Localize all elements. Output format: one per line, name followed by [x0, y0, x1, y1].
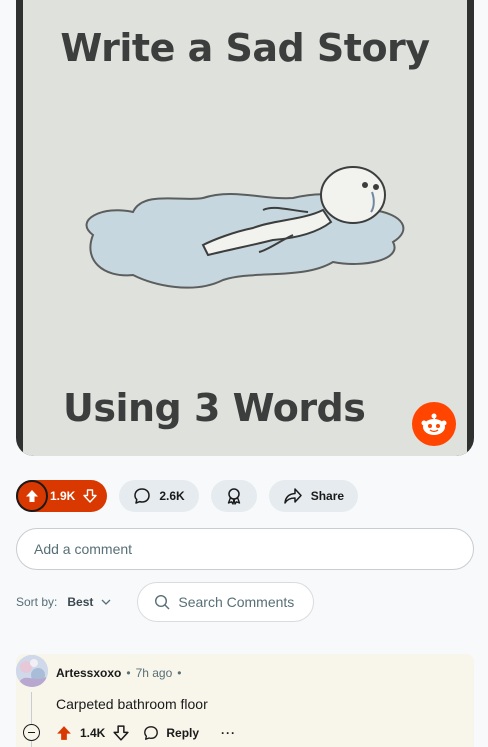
sad-stick-figure-drawing	[85, 166, 405, 289]
comments-button[interactable]: 2.6K	[119, 480, 199, 512]
comment-body: Carpeted bathroom floor	[56, 696, 208, 712]
comment-time: 7h ago	[135, 666, 173, 680]
vote-count: 1.9K	[50, 489, 76, 503]
comment-item: Artessxoxo • 7h ago • Carpeted bathroom …	[16, 654, 474, 747]
comment-bubble-icon	[134, 488, 151, 504]
award-icon	[227, 488, 240, 505]
meta-separator: •	[126, 666, 131, 680]
reply-label: Reply	[166, 726, 200, 740]
share-button[interactable]: Share	[268, 480, 359, 512]
add-comment-placeholder: Add a comment	[34, 541, 133, 557]
upvote-button[interactable]	[16, 480, 48, 512]
post-image[interactable]: Write a Sad Story Using 3 Words	[16, 0, 474, 456]
search-comments-placeholder: Search Comments	[178, 594, 295, 610]
collapse-thread-button[interactable]	[23, 724, 40, 741]
comment-author[interactable]: Artessxoxo	[56, 666, 121, 680]
share-arrow-icon	[283, 488, 302, 504]
search-comments-input[interactable]: Search Comments	[137, 582, 315, 622]
meme-canvas: Write a Sad Story Using 3 Words	[23, 0, 467, 456]
upvote-button[interactable]	[56, 725, 72, 741]
post-action-bar: 1.9K 2.6K Share	[16, 480, 359, 512]
reply-button[interactable]: Reply	[143, 725, 199, 741]
sort-dropdown[interactable]: Best	[67, 595, 111, 609]
comment-sort-bar: Sort by: Best Search Comments	[16, 582, 315, 622]
meme-subtitle: Using 3 Words	[63, 386, 366, 430]
award-button[interactable]	[210, 480, 257, 512]
comment-bubble-icon	[144, 726, 159, 740]
reddit-snoo-icon	[412, 402, 456, 446]
arrow-up-icon	[26, 490, 38, 502]
add-comment-input[interactable]: Add a comment	[16, 528, 474, 570]
vote-pill: 1.9K	[16, 480, 108, 512]
search-icon	[155, 594, 170, 610]
share-label: Share	[310, 489, 345, 503]
chevron-down-icon	[101, 599, 111, 605]
sort-value: Best	[67, 595, 94, 609]
sort-label: Sort by:	[16, 595, 58, 609]
meta-separator-trailing: •	[177, 666, 182, 680]
comment-action-bar: 1.4K Reply ···	[56, 724, 236, 742]
more-options-button[interactable]: ···	[221, 726, 236, 740]
comment-vote-count: 1.4K	[80, 726, 106, 740]
comment-count: 2.6K	[159, 489, 185, 503]
downvote-button[interactable]	[113, 725, 129, 741]
comment-meta: Artessxoxo • 7h ago •	[56, 666, 186, 680]
avatar[interactable]	[16, 655, 48, 687]
reddit-post-page: Write a Sad Story Using 3 Words 1.9K 2.6…	[0, 0, 488, 747]
meme-title: Write a Sad Story	[60, 26, 430, 70]
downvote-button[interactable]	[83, 489, 98, 503]
